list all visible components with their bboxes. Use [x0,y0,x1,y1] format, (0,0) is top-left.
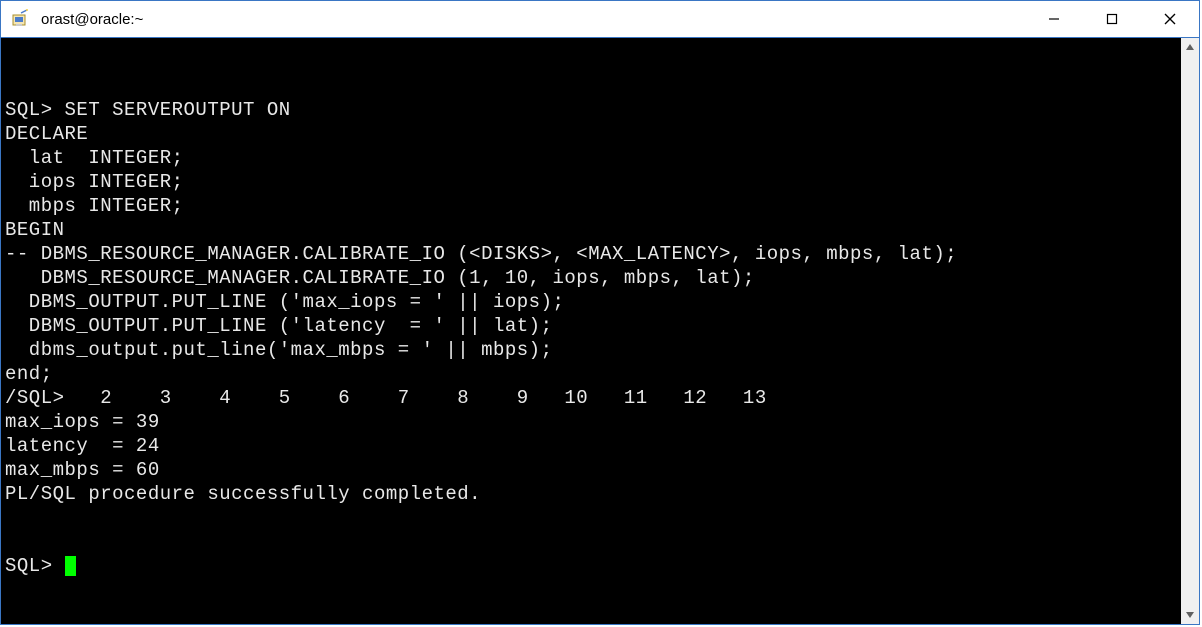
terminal-line: end; [5,362,1195,386]
sql-prompt: SQL> [5,555,65,577]
terminal-line: max_iops = 39 [5,410,1195,434]
minimize-button[interactable] [1025,1,1083,37]
scroll-down-icon[interactable] [1181,606,1199,624]
terminal-line: iops INTEGER; [5,170,1195,194]
close-button[interactable] [1141,1,1199,37]
putty-icon [9,7,33,31]
cursor [65,556,76,576]
terminal-line: DBMS_RESOURCE_MANAGER.CALIBRATE_IO (1, 1… [5,266,1195,290]
terminal-area[interactable]: SQL> SET SERVEROUTPUT ONDECLARE lat INTE… [1,38,1199,624]
terminal-line: /SQL> 2 3 4 5 6 7 8 9 10 11 12 13 [5,386,1195,410]
terminal-line: latency = 24 [5,434,1195,458]
prompt-line: SQL> [5,554,1195,578]
terminal-line: DBMS_OUTPUT.PUT_LINE ('latency = ' || la… [5,314,1195,338]
titlebar[interactable]: orast@oracle:~ [1,1,1199,38]
scrollbar[interactable] [1181,38,1199,624]
maximize-button[interactable] [1083,1,1141,37]
terminal-line: -- DBMS_RESOURCE_MANAGER.CALIBRATE_IO (<… [5,242,1195,266]
terminal-line: DECLARE [5,122,1195,146]
terminal-line: max_mbps = 60 [5,458,1195,482]
terminal-line: dbms_output.put_line('max_mbps = ' || mb… [5,338,1195,362]
scroll-track[interactable] [1181,56,1199,606]
terminal-line: mbps INTEGER; [5,194,1195,218]
terminal-line: PL/SQL procedure successfully completed. [5,482,1195,506]
terminal-line: lat INTEGER; [5,146,1195,170]
window-title: orast@oracle:~ [39,11,1025,28]
scroll-up-icon[interactable] [1181,38,1199,56]
terminal-line: SQL> SET SERVEROUTPUT ON [5,98,1195,122]
window-controls [1025,1,1199,37]
terminal-line: BEGIN [5,218,1195,242]
putty-window: orast@oracle:~ SQL> SET SERVEROUTPUT OND… [0,0,1200,625]
terminal-line: DBMS_OUTPUT.PUT_LINE ('max_iops = ' || i… [5,290,1195,314]
